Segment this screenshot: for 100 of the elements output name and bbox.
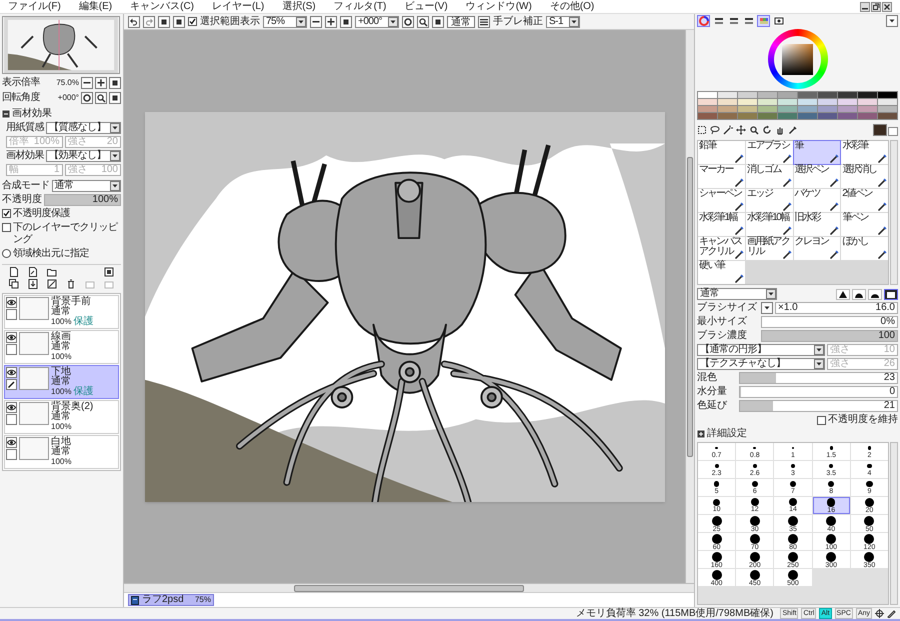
color-swatch[interactable] (838, 106, 857, 112)
color-panel-toggle[interactable] (757, 14, 770, 26)
color-swatch[interactable] (838, 92, 857, 98)
scrollbar-thumb[interactable] (294, 584, 524, 592)
undo-button[interactable] (128, 16, 140, 28)
checkbox[interactable] (2, 223, 11, 232)
mix-slider[interactable]: 23 (739, 372, 898, 384)
redo-button[interactable] (143, 16, 155, 28)
brush-tool[interactable]: マーカー (698, 165, 745, 188)
edit-target-box[interactable] (6, 379, 17, 390)
rotate-left-button[interactable] (402, 16, 414, 28)
collapse-icon[interactable] (2, 110, 10, 118)
brush-texture-dropdown[interactable]: 【テクスチャなし】 (697, 358, 825, 370)
new-layer-icon[interactable] (9, 267, 20, 277)
brush-shape-button[interactable] (884, 288, 898, 300)
color-swatch[interactable] (718, 92, 737, 98)
color-swatch[interactable] (738, 113, 757, 119)
blend-mode-button[interactable]: 通常 (447, 16, 475, 28)
menu-item[interactable]: その他(O) (550, 0, 594, 12)
size-unit-button[interactable] (761, 302, 773, 314)
invert-button[interactable] (173, 16, 185, 28)
brush-tool[interactable]: シャーペン (698, 189, 745, 212)
color-swatch[interactable] (878, 99, 897, 105)
brush-tool[interactable]: ぼかし (841, 237, 888, 260)
brush-tool[interactable]: 2値ペン (841, 189, 888, 212)
menu-item[interactable]: ファイル(F) (8, 0, 61, 12)
menu-item[interactable]: フィルタ(T) (334, 0, 386, 12)
scrollbar[interactable] (685, 30, 694, 583)
background-color-swatch[interactable] (888, 127, 898, 136)
menu-item[interactable]: 選択(S) (282, 0, 316, 12)
color-swatch[interactable] (878, 106, 897, 112)
scrollbar[interactable] (890, 442, 898, 605)
document-tab[interactable]: ラフ2psd 75% (128, 594, 214, 606)
scrollbar[interactable] (890, 140, 898, 285)
zoom-in-button[interactable] (325, 16, 337, 28)
brush-shape-dropdown[interactable]: 【通常の円形】 (697, 344, 825, 356)
layer-row[interactable]: 線画 通常 100% (4, 330, 119, 364)
rotation-value[interactable]: +000° (58, 92, 79, 104)
layer-row[interactable]: 下地 通常 100% 保護 (4, 365, 119, 399)
color-swatch[interactable] (698, 113, 717, 119)
color-swatch[interactable] (858, 106, 877, 112)
zoom-out-button[interactable] (310, 16, 322, 28)
zoom-icon[interactable] (749, 125, 759, 135)
brush-mode-dropdown[interactable]: 通常 (697, 288, 777, 300)
brush-shape-button[interactable] (868, 288, 882, 300)
brush-tool[interactable]: エアブラシ (746, 141, 792, 164)
scrollbar[interactable] (124, 583, 694, 592)
brush-tool[interactable]: 水彩筆10幅 (746, 213, 792, 236)
layer-row[interactable]: 背景手前 通常 100% 保護 (4, 295, 119, 329)
color-panel-toggle[interactable] (772, 14, 785, 26)
color-swatch[interactable] (838, 113, 857, 119)
color-swatch[interactable] (818, 113, 837, 119)
color-swatch[interactable] (838, 99, 857, 105)
brush-tool[interactable]: 鉛筆 (698, 141, 745, 164)
material-effect-dropdown[interactable]: 【効果なし】 (46, 150, 121, 162)
brush-tool[interactable]: 画用紙アクリル (746, 237, 792, 260)
color-swatch[interactable] (858, 92, 877, 98)
color-swatch[interactable] (858, 113, 877, 119)
lasso-icon[interactable] (710, 125, 720, 135)
navigator-button[interactable] (109, 92, 121, 104)
visibility-toggle[interactable] (6, 297, 17, 308)
brush-tool[interactable]: 筆ペン (841, 213, 888, 236)
brush-tool[interactable]: エッジ (746, 189, 792, 212)
restore-icon[interactable] (871, 2, 881, 12)
move-icon[interactable] (736, 125, 746, 135)
rotate-icon[interactable] (762, 125, 772, 135)
rotate-reset-button[interactable] (432, 16, 444, 28)
eyedropper-icon[interactable] (788, 125, 798, 135)
brush-shape-button[interactable] (852, 288, 866, 300)
brush-size-field[interactable]: ×1.0 16.0 (775, 302, 898, 314)
trash-icon[interactable] (66, 279, 76, 289)
color-swatch[interactable] (758, 99, 777, 105)
brush-tool[interactable]: クレヨン (794, 237, 840, 260)
menu-item[interactable]: ビュー(V) (404, 0, 448, 12)
color-swatch[interactable] (738, 92, 757, 98)
folder-icon[interactable] (47, 267, 58, 277)
checkbox[interactable] (188, 17, 197, 26)
hand-icon[interactable] (775, 125, 785, 135)
visibility-toggle[interactable] (6, 437, 17, 448)
color-swatch[interactable] (698, 99, 717, 105)
color-swatch[interactable] (758, 106, 777, 112)
color-swatch[interactable] (778, 92, 797, 98)
mix-slider[interactable]: 0 (739, 386, 898, 398)
zoom-reset-button[interactable] (340, 16, 352, 28)
visibility-toggle[interactable] (6, 332, 17, 343)
color-swatch[interactable] (758, 113, 777, 119)
rotation-dropdown[interactable]: +000° (355, 16, 399, 28)
color-swatch[interactable] (738, 106, 757, 112)
brush-tool[interactable]: 選択ペン (794, 165, 840, 188)
brush-tool[interactable]: 水彩筆 (841, 141, 888, 164)
paper-texture-dropdown[interactable]: 【質感なし】 (46, 122, 121, 134)
navigator-button[interactable] (81, 92, 93, 104)
color-swatch[interactable] (698, 106, 717, 112)
color-swatch[interactable] (778, 106, 797, 112)
merge-down-icon[interactable] (28, 279, 38, 289)
menu-item[interactable]: キャンバス(C) (130, 0, 194, 12)
blend-mode-dropdown[interactable]: 通常 (52, 180, 121, 192)
magic-wand-icon[interactable] (723, 125, 733, 135)
navigator-button[interactable] (95, 76, 107, 88)
color-swatch[interactable] (718, 113, 737, 119)
